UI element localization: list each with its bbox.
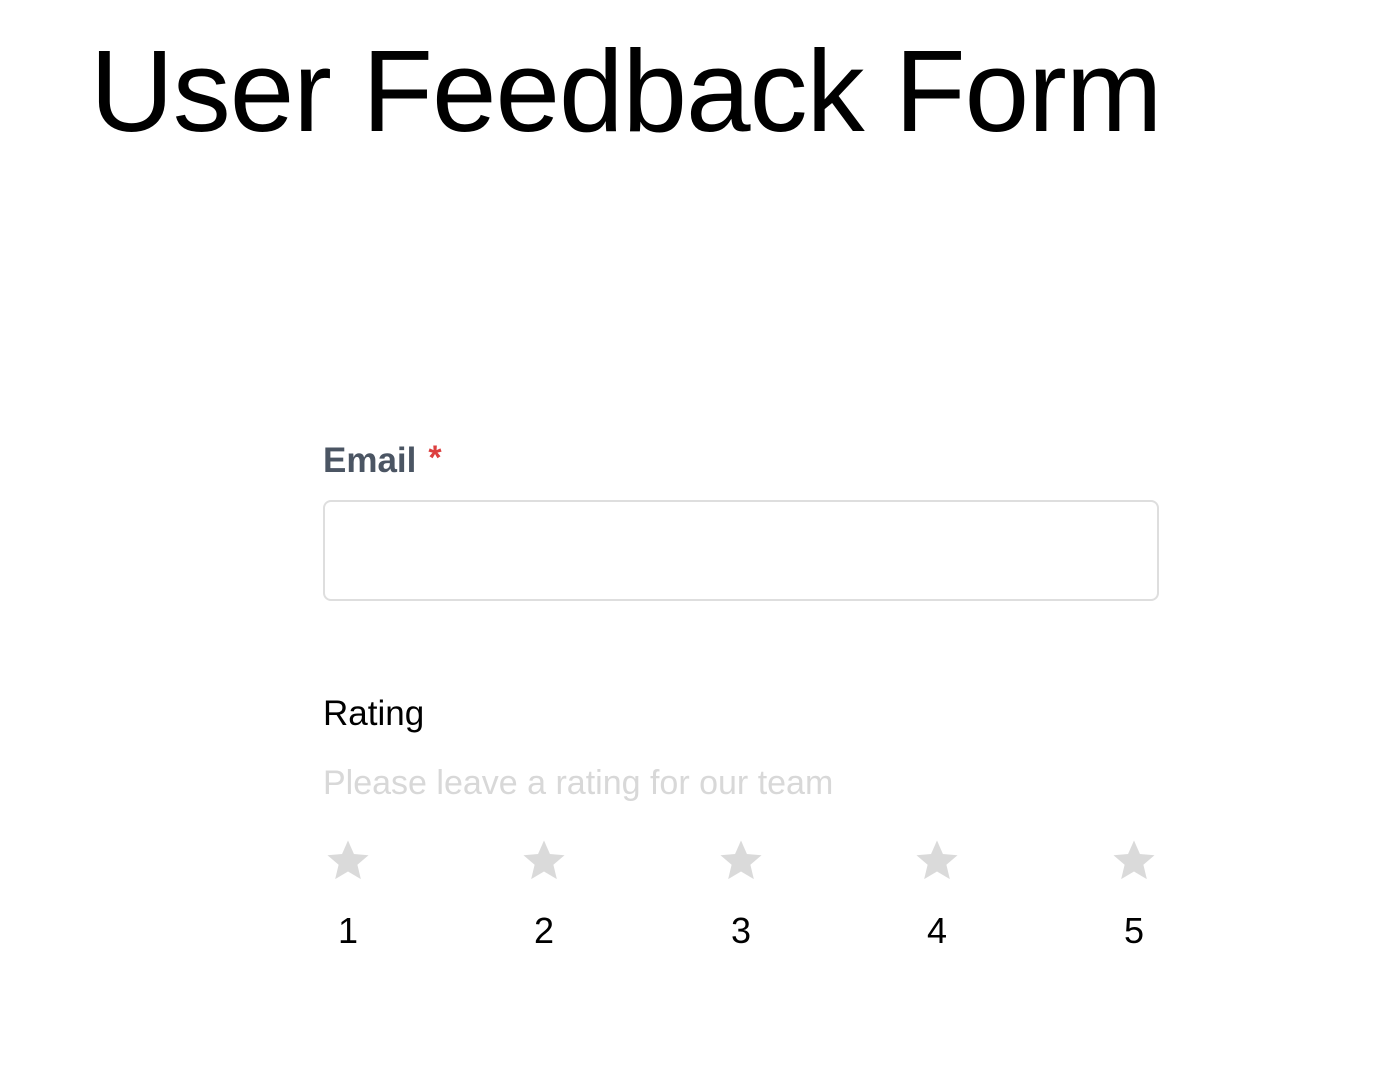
rating-number: 5: [1123, 910, 1145, 951]
star-icon[interactable]: [325, 837, 371, 883]
rating-option-3[interactable]: 3: [711, 837, 771, 951]
feedback-form: Email * Rating Please leave a rating for…: [323, 436, 1159, 957]
feedback-page: User Feedback Form Email * Rating Please…: [0, 0, 1386, 1084]
page-title: User Feedback Form: [90, 26, 1162, 156]
email-label-text: Email: [323, 441, 417, 480]
rating-label: Rating: [323, 694, 425, 733]
rating-number: 1: [337, 910, 359, 951]
email-label: Email *: [323, 436, 1159, 486]
rating-stars: 1 2 3 4 5: [323, 837, 1159, 957]
star-icon[interactable]: [521, 837, 567, 883]
rating-option-1[interactable]: 1: [318, 837, 378, 951]
rating-number: 4: [926, 910, 948, 951]
rating-number: 3: [730, 910, 752, 951]
rating-number: 2: [533, 910, 555, 951]
star-icon[interactable]: [718, 837, 764, 883]
rating-hint: Please leave a rating for our team: [323, 763, 834, 802]
required-asterisk: *: [428, 438, 442, 477]
rating-option-2[interactable]: 2: [514, 837, 574, 951]
star-icon[interactable]: [1111, 837, 1157, 883]
rating-option-4[interactable]: 4: [907, 837, 967, 951]
email-field[interactable]: [323, 500, 1159, 601]
rating-option-5[interactable]: 5: [1104, 837, 1164, 951]
star-icon[interactable]: [914, 837, 960, 883]
